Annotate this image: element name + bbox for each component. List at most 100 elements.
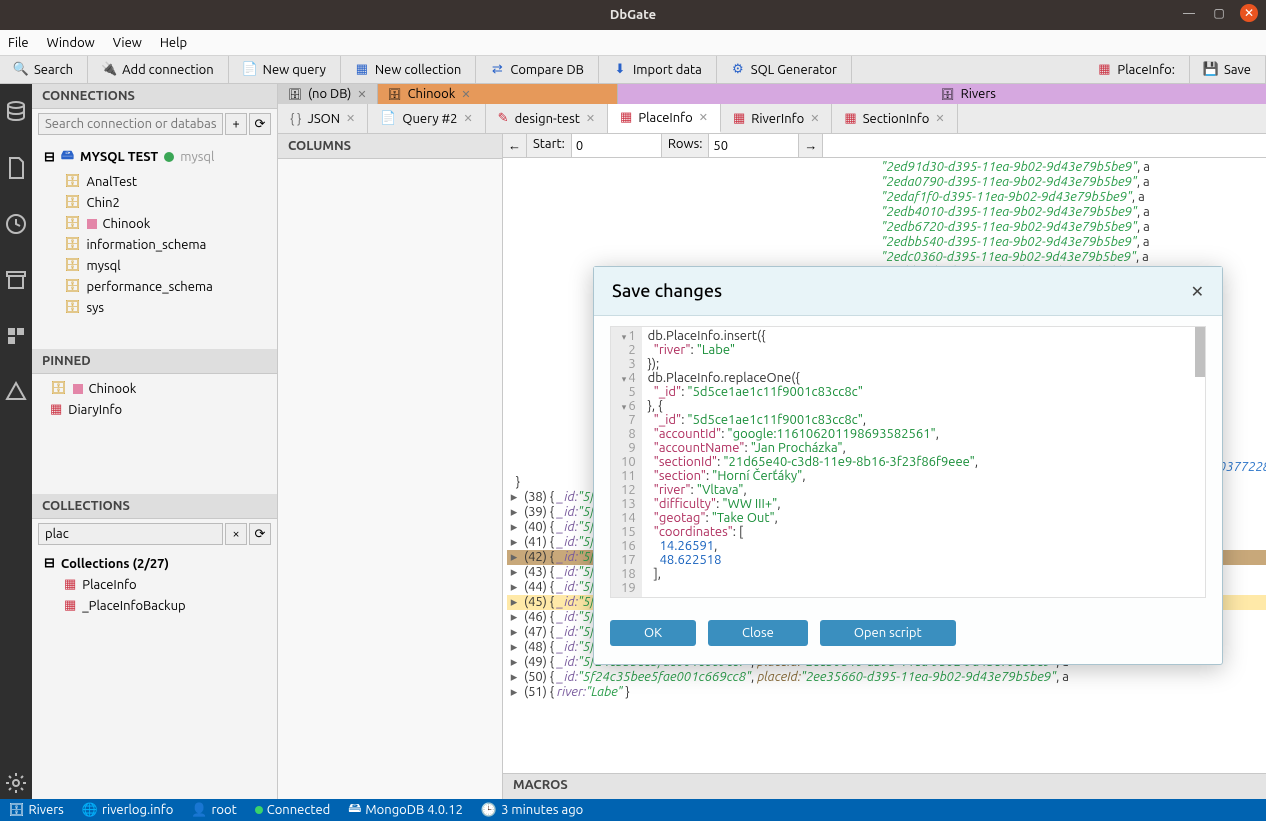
rail-archive-icon[interactable] — [0, 264, 32, 296]
toolbar-compare-db[interactable]: ⇄Compare DB — [476, 56, 599, 83]
collections-group[interactable]: ⊟Collections (2/27) — [32, 553, 277, 574]
close-icon[interactable]: ✕ — [346, 112, 355, 125]
toolbar-search[interactable]: 🔍Search — [0, 56, 88, 83]
pinned-item[interactable]: ▦DiaryInfo — [32, 399, 277, 420]
window-minimize-button[interactable]: — — [1180, 4, 1198, 22]
file-tab[interactable]: ✎ design-test ✕ — [486, 104, 608, 133]
db-tab[interactable]: 🗄 Rivers ✕ — [618, 84, 1266, 104]
close-icon[interactable]: ✕ — [810, 112, 819, 125]
database-icon: 🗄 — [64, 279, 81, 294]
database-icon: 🗄 — [64, 216, 81, 231]
toolbar-new-query[interactable]: 📄New query — [229, 56, 341, 83]
columns-header: COLUMNS — [278, 134, 502, 159]
collection-item[interactable]: ▦_PlaceInfoBackup — [32, 595, 277, 616]
close-icon[interactable]: ✕ — [461, 88, 470, 101]
pagination-bar: ← Start: Rows: → — [503, 134, 1266, 158]
status-user[interactable]: 👤root — [191, 803, 236, 818]
db-tab[interactable]: 🗄 Chinook ✕ — [378, 84, 618, 104]
close-icon[interactable]: ✕ — [357, 88, 366, 101]
start-label: Start: — [527, 134, 572, 157]
connection-search-input[interactable] — [38, 113, 223, 135]
rail-history-icon[interactable] — [0, 208, 32, 240]
gear-icon: ⚙ — [731, 63, 745, 77]
rows-input[interactable] — [709, 134, 799, 157]
close-icon[interactable]: ✕ — [463, 112, 472, 125]
modal-close-button[interactable]: Close — [708, 620, 808, 646]
menu-view[interactable]: View — [113, 36, 142, 50]
rail-database-icon[interactable] — [0, 96, 32, 128]
collapse-icon: ⊟ — [44, 150, 55, 165]
compare-icon: ⇄ — [490, 63, 504, 77]
database-item[interactable]: 🗄 performance_schema — [32, 276, 277, 297]
pinned-item[interactable]: 🗄Chinook — [32, 378, 277, 399]
app-title: DbGate — [610, 8, 656, 22]
rail-trigger-icon[interactable] — [0, 376, 32, 408]
page-next-button[interactable]: → — [799, 134, 823, 157]
menubar: File Window View Help — [0, 30, 1266, 56]
database-item[interactable]: 🗄 Chin2 — [32, 192, 277, 213]
file-tab[interactable]: ▦ SectionInfo ✕ — [832, 104, 957, 133]
rail-file-icon[interactable] — [0, 152, 32, 184]
database-item[interactable]: 🗄 mysql — [32, 255, 277, 276]
modal-open-script-button[interactable]: Open script — [820, 620, 956, 646]
clock-icon: 🕒 — [481, 803, 497, 818]
toolbar-sql-generator[interactable]: ⚙SQL Generator — [717, 56, 852, 83]
database-item[interactable]: 🗄 Chinook — [32, 213, 277, 234]
database-item[interactable]: 🗄 information_schema — [32, 234, 277, 255]
add-connection-button[interactable]: + — [225, 113, 247, 135]
toolbar-save[interactable]: 💾Save — [1190, 56, 1266, 83]
menu-file[interactable]: File — [8, 36, 29, 50]
modal-close-icon[interactable]: ✕ — [1191, 282, 1204, 301]
rail-settings-icon[interactable] — [0, 767, 32, 799]
database-icon: 🗄 — [64, 258, 81, 273]
database-icon: 🗄 — [64, 195, 81, 210]
status-dot-icon — [255, 806, 263, 814]
file-tab[interactable]: ▦ PlaceInfo ✕ — [608, 104, 721, 133]
window-close-button[interactable]: ✕ — [1240, 4, 1258, 22]
toolbar-add-connection[interactable]: 🔌Add connection — [88, 56, 229, 83]
close-icon[interactable]: ✕ — [586, 112, 595, 125]
toolbar: 🔍Search 🔌Add connection 📄New query ▦New … — [0, 56, 1266, 84]
status-dot-icon — [164, 152, 174, 162]
collections-filter-input[interactable] — [38, 523, 223, 545]
macros-header: MACROS — [503, 773, 1266, 799]
db-tab[interactable]: 🗄 (no DB) ✕ — [278, 84, 378, 104]
file-tab[interactable]: { } JSON ✕ — [278, 104, 368, 133]
save-icon: 💾 — [1204, 63, 1218, 77]
database-icon: 🗄 — [288, 88, 302, 101]
titlebar: DbGate — ▢ ✕ — [0, 0, 1266, 30]
file-tab[interactable]: 📄 Query #2 ✕ — [368, 104, 485, 133]
file-tabstrip: { } JSON ✕ 📄 Query #2 ✕ ✎ design-test ✕ … — [278, 104, 1266, 134]
category-color-icon — [87, 219, 97, 229]
refresh-connections-button[interactable]: ⟳ — [249, 113, 271, 135]
database-item[interactable]: 🗄 sys — [32, 297, 277, 318]
data-row[interactable]: ▸ (50) { _id: "5f24c35bee5fae001c669cc8"… — [507, 670, 1266, 685]
scrollbar[interactable] — [1195, 327, 1205, 377]
file-tab[interactable]: ▦ RiverInfo ✕ — [721, 104, 832, 133]
data-row-new[interactable]: ▸ (51) { river: "Labe" } — [507, 685, 1266, 700]
close-icon[interactable]: ✕ — [935, 112, 944, 125]
rail-plugin-icon[interactable] — [0, 320, 32, 352]
status-db[interactable]: 🗄Rivers — [8, 803, 64, 818]
modal-ok-button[interactable]: OK — [610, 620, 696, 646]
toolbar-placeinfo[interactable]: ▦PlaceInfo: — [1083, 56, 1190, 83]
database-item[interactable]: 🗄 AnalTest — [32, 171, 277, 192]
window-maximize-button[interactable]: ▢ — [1210, 4, 1228, 22]
save-changes-modal: Save changes ✕ 1234567891011121314151617… — [593, 266, 1223, 665]
status-host[interactable]: 🌐riverlog.info — [82, 803, 173, 818]
toolbar-import-data[interactable]: ⬇Import data — [599, 56, 717, 83]
menu-window[interactable]: Window — [47, 36, 95, 50]
clear-filter-button[interactable]: × — [225, 523, 247, 545]
refresh-collections-button[interactable]: ⟳ — [249, 523, 271, 545]
menu-help[interactable]: Help — [160, 36, 187, 50]
page-prev-button[interactable]: ← — [503, 134, 527, 157]
grid-icon: ▦ — [844, 111, 856, 126]
grid-icon: ▦ — [620, 110, 632, 125]
collection-item[interactable]: ▦PlaceInfo — [32, 574, 277, 595]
close-icon[interactable]: ✕ — [699, 111, 708, 124]
server-node[interactable]: ⊟ 🖴 MYSQL TEST mysql — [32, 143, 277, 171]
database-icon: 🗄 — [941, 88, 955, 101]
code-editor[interactable]: 12345678910111213141516171819 db.PlaceIn… — [610, 326, 1206, 598]
start-input[interactable] — [572, 134, 662, 157]
toolbar-new-collection[interactable]: ▦New collection — [341, 56, 476, 83]
